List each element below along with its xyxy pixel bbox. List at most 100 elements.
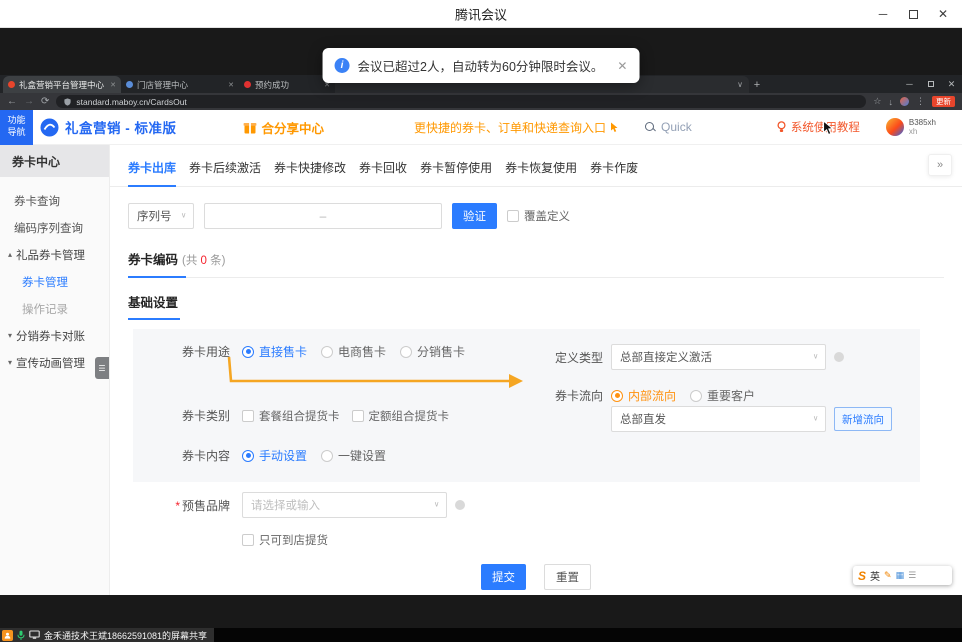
- meeting-titlebar[interactable]: 腾讯会议 ─ ✕: [0, 0, 962, 28]
- user-menu[interactable]: B385xh xh: [886, 118, 936, 136]
- addressbar-actions: ☆ ↓ ⋮ 更新: [873, 96, 955, 107]
- url-bar[interactable]: standard.maboy.cn/CardsOut: [56, 95, 866, 108]
- browser-menu-icon[interactable]: ⋮: [916, 96, 925, 107]
- flow-select-row: 总部直发 新增流向: [611, 406, 892, 432]
- radio-dist-sale[interactable]: 分销售卡: [400, 343, 465, 360]
- nav-toggle-button[interactable]: 功能 导航: [0, 110, 33, 145]
- radio-ecom-sale[interactable]: 电商售卡: [321, 343, 386, 360]
- mouse-cursor: [822, 120, 836, 136]
- promo-link[interactable]: 更快捷的券卡、订单和快递查询入口: [414, 119, 619, 136]
- maximize-button[interactable]: [898, 0, 928, 28]
- store-only-checkbox[interactable]: 只可到店提货: [242, 532, 328, 548]
- screen-share-area: 礼盒营销平台管理中心 ✕ 门店管理中心 ✕ 预约成功 ✕ ∨ + ─: [0, 28, 962, 628]
- checkbox-package-card[interactable]: 套餐组合提货卡: [242, 408, 340, 424]
- presale-brand-label: *预售品牌: [133, 497, 230, 514]
- browser-maximize-icon: [928, 81, 934, 87]
- ime-menu-icon[interactable]: ☰: [908, 570, 916, 581]
- tab-card-recycle[interactable]: 券卡回收: [359, 159, 407, 187]
- ime-language-toggle[interactable]: 英: [870, 568, 880, 583]
- notification-close-icon[interactable]: ✕: [617, 59, 627, 73]
- triangle-icon: ▾: [8, 331, 12, 340]
- sidebar-item-op-log[interactable]: 操作记录: [0, 295, 109, 322]
- sidebar-group-distribution[interactable]: ▾分销券卡对账: [0, 322, 109, 349]
- radio-direct-sale[interactable]: 直接售卡: [242, 343, 307, 360]
- brand-logo-icon: [40, 118, 59, 137]
- tabs-more-button[interactable]: »: [928, 154, 952, 176]
- close-button[interactable]: ✕: [928, 0, 958, 28]
- download-icon[interactable]: ↓: [889, 97, 894, 107]
- sidebar-group-animation[interactable]: ▾ 宣传动画管理: [0, 349, 109, 376]
- back-icon[interactable]: ←: [7, 97, 17, 107]
- serial-range-input[interactable]: –: [204, 203, 442, 229]
- override-checkbox[interactable]: 覆盖定义: [507, 208, 570, 224]
- presale-brand-row: *预售品牌 请选择或输入: [133, 492, 962, 518]
- add-flow-button[interactable]: 新增流向: [834, 407, 892, 431]
- option-label: 重要客户: [707, 387, 755, 404]
- sidebar-item-card-query[interactable]: 券卡查询: [0, 187, 109, 214]
- avatar: [886, 118, 904, 136]
- brand-name: 礼盒营销 - 标准版: [65, 117, 177, 137]
- tab-basic-settings[interactable]: 基础设置: [128, 292, 180, 320]
- verify-button[interactable]: 验证: [452, 203, 497, 229]
- tab-card-void[interactable]: 券卡作废: [590, 159, 638, 187]
- bookmark-icon[interactable]: ☆: [873, 96, 881, 107]
- tab-card-quick-edit[interactable]: 券卡快捷修改: [274, 159, 346, 187]
- define-type-select[interactable]: 总部直接定义激活: [611, 344, 826, 370]
- browser-tab-booking[interactable]: 预约成功 ✕: [239, 76, 335, 93]
- tab-card-suspend[interactable]: 券卡暂停使用: [420, 159, 492, 187]
- group-label: 宣传动画管理: [16, 355, 85, 371]
- browser-tab-gift-admin[interactable]: 礼盒营销平台管理中心 ✕: [3, 76, 121, 93]
- submit-button[interactable]: 提交: [481, 564, 526, 590]
- sidebar-group-gift-card-manage[interactable]: ▴礼品券卡管理: [0, 241, 109, 268]
- tab-close-icon[interactable]: ✕: [110, 81, 116, 89]
- sidebar-item-code-query[interactable]: 编码序列查询: [0, 214, 109, 241]
- new-tab-button[interactable]: +: [749, 76, 765, 93]
- tab-card-activation[interactable]: 券卡后续激活: [189, 159, 261, 187]
- refresh-icon[interactable]: ⟳: [41, 97, 49, 107]
- reset-button[interactable]: 重置: [544, 564, 591, 590]
- sidebar-collapse-handle[interactable]: ☰: [95, 357, 109, 379]
- tab-close-icon[interactable]: ✕: [228, 81, 234, 89]
- browser-maximize-button[interactable]: [920, 75, 941, 93]
- radio-important-customer[interactable]: 重要客户: [690, 387, 755, 404]
- forward-icon[interactable]: →: [24, 97, 34, 107]
- ime-logo[interactable]: S: [858, 569, 866, 583]
- flow-options: 内部流向 重要客户: [611, 387, 755, 404]
- quick-search[interactable]: Quick: [645, 120, 692, 134]
- tab-card-outbound[interactable]: 券卡出库: [128, 159, 176, 187]
- browser-profile-avatar[interactable]: [900, 97, 909, 106]
- serial-type-select[interactable]: 序列号: [128, 203, 194, 229]
- minimize-button[interactable]: ─: [868, 0, 898, 28]
- triangle-icon: ▾: [8, 358, 12, 367]
- chevron-down-icon[interactable]: ∨: [737, 80, 743, 89]
- flow-select[interactable]: 总部直发: [611, 406, 826, 432]
- username-sub: xh: [909, 127, 936, 136]
- ime-keyboard-icon[interactable]: ▦: [896, 570, 905, 581]
- option-label: 一键设置: [338, 447, 386, 464]
- shield-icon: [64, 98, 71, 106]
- sidebar-item-card-manage[interactable]: 券卡管理: [0, 268, 109, 295]
- share-center-link[interactable]: 合分享中心: [243, 118, 325, 137]
- help-icon[interactable]: [455, 500, 465, 510]
- ime-pen-icon[interactable]: ✎: [884, 570, 892, 581]
- ime-toolbar[interactable]: S 英 ✎ ▦ ☰: [853, 566, 952, 585]
- radio-one-click-set[interactable]: 一键设置: [321, 447, 386, 464]
- option-label: 分销售卡: [417, 343, 465, 360]
- tab-card-resume[interactable]: 券卡恢复使用: [505, 159, 577, 187]
- browser-close-button[interactable]: ✕: [941, 75, 962, 93]
- browser-minimize-button[interactable]: ─: [899, 75, 920, 93]
- presale-brand-select[interactable]: 请选择或输入: [242, 492, 447, 518]
- radio-internal-flow[interactable]: 内部流向: [611, 387, 676, 404]
- radio-manual-set[interactable]: 手动设置: [242, 447, 307, 464]
- browser-update-button[interactable]: 更新: [932, 96, 955, 107]
- browser-tab-store-admin[interactable]: 门店管理中心 ✕: [121, 76, 239, 93]
- checkbox-quota-card[interactable]: 定额组合提货卡: [352, 408, 450, 424]
- help-icon[interactable]: [834, 352, 844, 362]
- tutorial-link[interactable]: 系统使用教程: [776, 119, 860, 135]
- checkbox-icon: [352, 410, 364, 422]
- range-separator: –: [320, 209, 327, 223]
- meeting-window: 腾讯会议 ─ ✕ 礼盒营销平台管理中心 ✕ 门店管理中心 ✕: [0, 0, 962, 642]
- share-center-label: 合分享中心: [262, 118, 325, 137]
- tab-favicon: [244, 81, 251, 88]
- window-controls: ─ ✕: [868, 0, 958, 28]
